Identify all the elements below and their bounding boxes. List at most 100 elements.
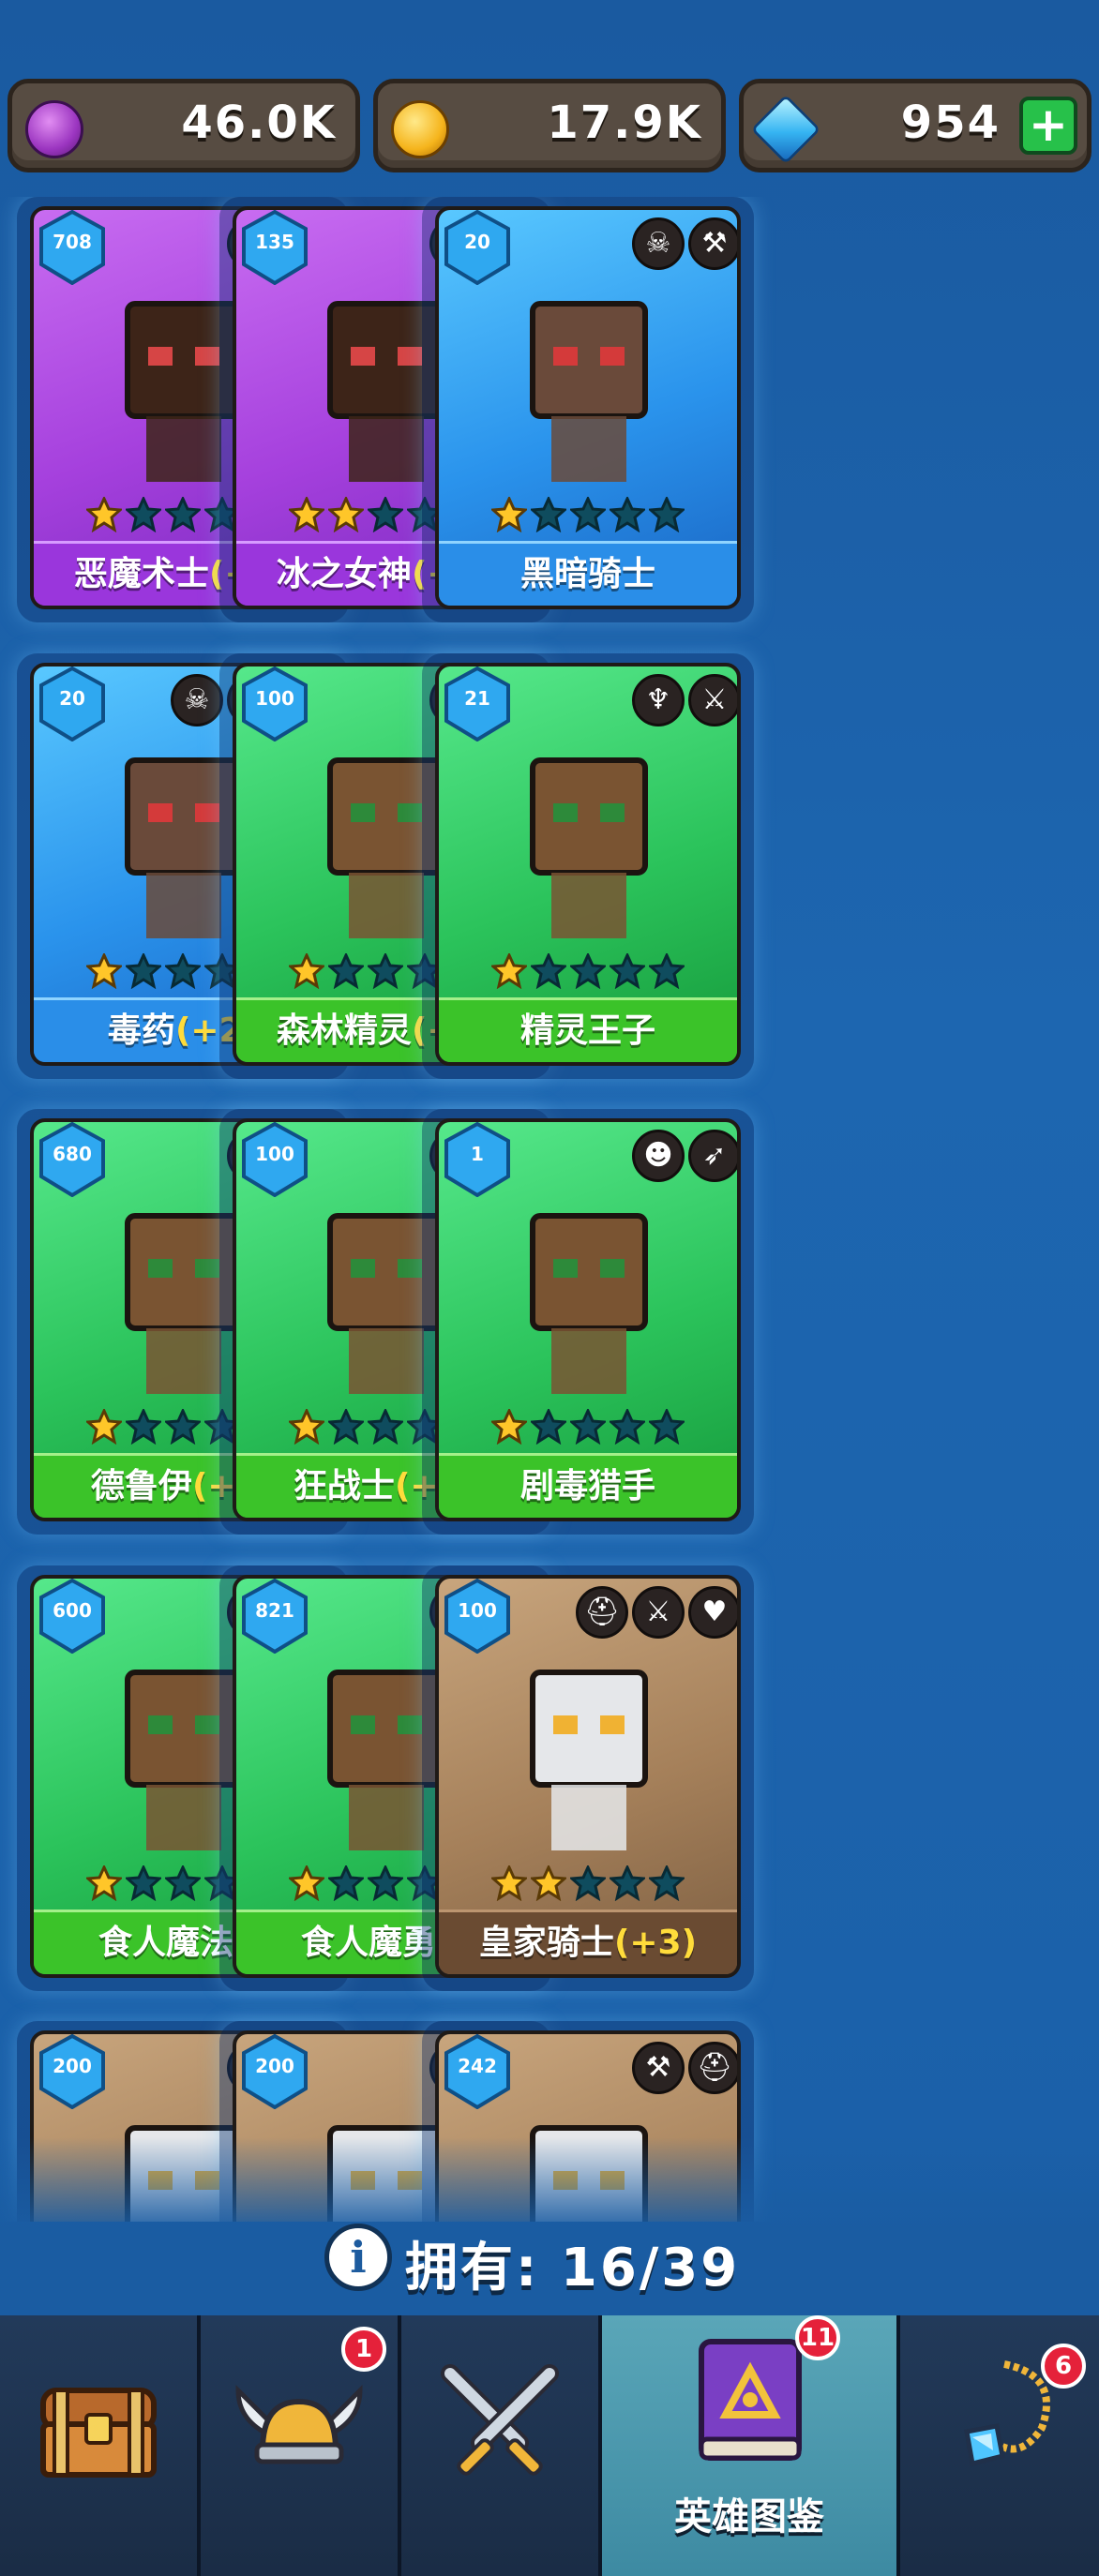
star-empty-icon xyxy=(328,952,364,989)
star-empty-icon xyxy=(610,1409,645,1445)
amulet-notification-badge: 6 xyxy=(1041,2344,1086,2389)
star-empty-icon xyxy=(165,1865,201,1901)
level-badge: 821 xyxy=(240,1578,309,1654)
codex-notification-badge: 11 xyxy=(795,2315,840,2360)
class-icon: ☠ xyxy=(632,217,685,270)
star-empty-icon xyxy=(570,497,606,532)
hero-name: 森林精灵 xyxy=(276,1011,412,1050)
level-value: 100 xyxy=(458,1598,497,1622)
tab-hero-codex-label: 英雄图鉴 xyxy=(674,2495,824,2539)
level-value: 708 xyxy=(53,231,92,253)
tab-amulet[interactable]: 6 xyxy=(900,2315,1099,2576)
star-filled-icon xyxy=(86,497,122,532)
star-empty-icon xyxy=(368,952,403,989)
level-value: 100 xyxy=(255,1143,294,1165)
hero-card-face: 21 ♆ ⚔ 精灵王子 xyxy=(435,662,741,1066)
purple-coin-icon xyxy=(25,100,83,158)
treasure-chest-icon xyxy=(40,2388,157,2478)
star-empty-icon xyxy=(649,952,685,989)
hero-name: 恶魔术士 xyxy=(73,555,209,593)
star-filled-icon xyxy=(289,1409,324,1445)
hero-card-face: 100 ⛑ ⚔ ♥ 皇家骑士(+3) xyxy=(435,1574,741,1978)
level-value: 600 xyxy=(53,1598,92,1622)
star-filled-icon xyxy=(289,952,324,989)
star-empty-icon xyxy=(570,952,606,989)
star-empty-icon xyxy=(126,1865,161,1901)
hero-name: 毒药 xyxy=(107,1011,175,1050)
gold-coin-icon xyxy=(391,100,449,158)
tab-hero-codex[interactable]: 英雄图鉴 11 xyxy=(602,2315,900,2576)
class-icon: ☻ xyxy=(632,1130,685,1182)
level-value: 680 xyxy=(53,1143,92,1165)
star-filled-icon xyxy=(86,952,122,989)
tab-battle[interactable] xyxy=(401,2315,602,2576)
star-rating xyxy=(491,952,685,991)
hero-card[interactable]: 20 ☠ ⚒ 黑暗骑士 xyxy=(422,197,754,622)
level-value: 21 xyxy=(464,686,490,710)
star-empty-icon xyxy=(165,1409,201,1445)
level-value: 1 xyxy=(471,1143,484,1165)
class-icon: ⛑ xyxy=(576,1585,628,1639)
hero-name: 黑暗骑士 xyxy=(519,555,655,593)
level-badge: 100 xyxy=(443,1578,512,1654)
hero-name: 德鲁伊 xyxy=(90,1467,192,1505)
heroes-notification-badge: 1 xyxy=(341,2327,386,2372)
level-badge: 20 xyxy=(443,210,512,286)
star-filled-icon xyxy=(289,497,324,532)
owned-count-label: 拥有: 16/39 xyxy=(405,2238,741,2299)
level-value: 20 xyxy=(59,686,85,710)
level-value: 200 xyxy=(53,2055,92,2077)
crossed-swords-icon xyxy=(441,2364,559,2476)
tab-chest[interactable] xyxy=(0,2315,201,2576)
star-empty-icon xyxy=(570,1865,606,1901)
class-icon: ⚒ xyxy=(632,2042,685,2094)
star-rating xyxy=(491,497,685,534)
level-badge: 200 xyxy=(38,2034,107,2110)
star-empty-icon xyxy=(165,952,201,989)
level-badge: 200 xyxy=(240,2034,309,2110)
star-empty-icon xyxy=(610,952,645,989)
hero-portrait xyxy=(530,301,648,482)
gold-currency-value: 17.9K xyxy=(547,97,702,149)
star-filled-icon xyxy=(491,1409,527,1445)
star-empty-icon xyxy=(368,497,403,532)
hero-portrait xyxy=(530,756,648,938)
hero-name: 精灵王子 xyxy=(519,1011,655,1050)
level-badge: 135 xyxy=(240,210,309,286)
gem-icon xyxy=(750,94,821,165)
level-badge: 1 xyxy=(443,1122,512,1198)
add-gems-button[interactable]: + xyxy=(1019,97,1077,155)
level-value: 100 xyxy=(255,686,294,710)
purple-currency-value: 46.0K xyxy=(181,97,337,149)
class-icon: ☠ xyxy=(171,673,223,726)
gem-currency-pill: 954 + xyxy=(739,79,1091,172)
level-badge: 100 xyxy=(240,1122,309,1198)
hero-card[interactable]: 21 ♆ ⚔ 精灵王子 xyxy=(422,652,754,1079)
level-value: 821 xyxy=(255,1598,294,1622)
hero-name: 剧毒猎手 xyxy=(519,1467,655,1505)
tab-heroes[interactable]: 1 xyxy=(201,2315,401,2576)
hero-card[interactable]: 1 ☻ ➶ 剧毒猎手 xyxy=(422,1109,754,1535)
hero-name-bar: 黑暗骑士 xyxy=(439,541,737,606)
hero-name-bar: 皇家骑士(+3) xyxy=(439,1909,737,1974)
star-filled-icon xyxy=(86,1409,122,1445)
star-empty-icon xyxy=(165,497,201,532)
class-icon: ⚔ xyxy=(632,1585,685,1639)
star-empty-icon xyxy=(126,952,161,989)
class-icon: ⛑ xyxy=(688,2042,737,2094)
level-badge: 708 xyxy=(38,210,107,286)
hero-card-face: 1 ☻ ➶ 剧毒猎手 xyxy=(435,1118,741,1521)
star-filled-icon xyxy=(491,952,527,989)
star-empty-icon xyxy=(610,497,645,532)
hero-card-face: 20 ☠ ⚒ 黑暗骑士 xyxy=(435,206,741,609)
class-icon: ➶ xyxy=(688,1130,737,1182)
level-value: 20 xyxy=(464,231,490,253)
hero-card[interactable]: 100 ⛑ ⚔ ♥ 皇家骑士(+3) xyxy=(422,1565,754,1991)
star-rating xyxy=(491,1409,685,1446)
level-badge: 242 xyxy=(443,2034,512,2110)
hero-portrait xyxy=(530,1669,648,1850)
info-icon[interactable]: i xyxy=(324,2224,392,2291)
level-value: 135 xyxy=(255,231,294,253)
hero-name-bar: 剧毒猎手 xyxy=(439,1453,737,1518)
level-badge: 600 xyxy=(38,1578,107,1654)
